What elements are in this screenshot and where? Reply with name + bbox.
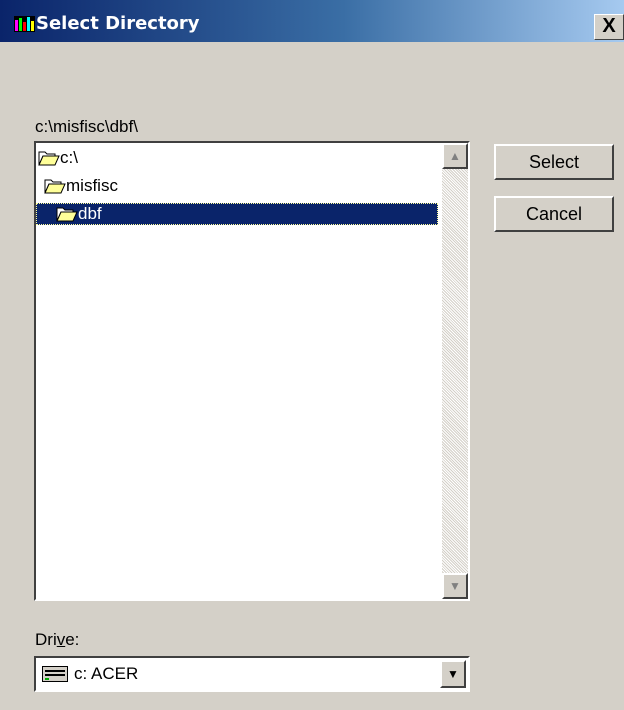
app-icon [14, 16, 35, 32]
vertical-scrollbar[interactable]: ▲ ▼ [442, 143, 468, 599]
drive-select[interactable]: c: ACER ▼ [34, 656, 470, 692]
select-button[interactable]: Select [494, 144, 614, 180]
open-folder-icon [38, 151, 60, 166]
close-icon: X [602, 15, 616, 37]
drive-label-accelerator: v [56, 630, 66, 649]
drive-label-before: Dri [35, 630, 57, 649]
directory-item-misfisc[interactable]: misfisc [44, 175, 204, 197]
title-bar[interactable]: Select Directory X [0, 0, 624, 42]
open-folder-icon [56, 207, 78, 222]
directory-label: c:\ [60, 148, 78, 167]
scroll-up-button[interactable]: ▲ [442, 143, 468, 169]
window-title: Select Directory [36, 13, 200, 34]
open-folder-icon [44, 179, 66, 194]
hard-drive-icon [42, 666, 68, 682]
scroll-down-button[interactable]: ▼ [442, 573, 468, 599]
arrow-down-icon: ▼ [449, 579, 461, 593]
drive-dropdown-button[interactable]: ▼ [440, 660, 466, 688]
directory-listbox[interactable]: c:\ misfisc dbf ▲ ▼ [34, 141, 470, 601]
directory-item-root[interactable]: c:\ [38, 147, 158, 169]
drive-label: Drive: [35, 630, 79, 650]
current-path-label: c:\misfisc\dbf\ [35, 117, 138, 136]
close-button[interactable]: X [594, 14, 624, 40]
drive-value: c: ACER [74, 664, 139, 683]
chevron-down-icon: ▼ [447, 667, 459, 681]
cancel-button[interactable]: Cancel [494, 196, 614, 232]
directory-label: dbf [78, 204, 102, 223]
drive-label-after: e: [65, 630, 80, 649]
arrow-up-icon: ▲ [449, 149, 461, 163]
directory-label: misfisc [66, 176, 118, 195]
directory-item-dbf[interactable]: dbf [36, 203, 438, 225]
